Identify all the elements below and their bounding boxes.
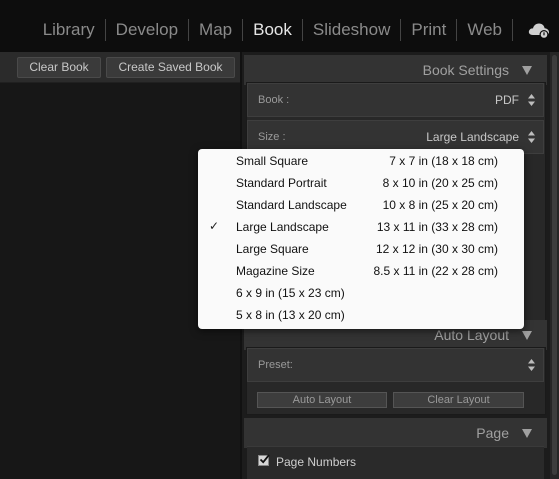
size-option[interactable]: 5 x 8 in (13 x 20 cm) bbox=[198, 304, 524, 326]
size-option-name: Standard Portrait bbox=[236, 176, 327, 190]
size-option[interactable]: Small Square 7 x 7 in (18 x 18 cm) bbox=[198, 150, 524, 172]
module-separator bbox=[456, 19, 458, 41]
size-option-name: Large Square bbox=[236, 242, 309, 256]
clear-book-button[interactable]: Clear Book bbox=[17, 57, 101, 78]
up-down-arrows-icon bbox=[528, 94, 535, 106]
clear-layout-button[interactable]: Clear Layout bbox=[393, 392, 524, 408]
page-header[interactable]: Page bbox=[244, 418, 547, 448]
size-dropdown-menu: Small Square 7 x 7 in (18 x 18 cm) Standar… bbox=[198, 149, 524, 329]
module-separator bbox=[104, 19, 106, 41]
book-settings-header[interactable]: Book Settings bbox=[244, 55, 547, 85]
size-option[interactable]: Large Square 12 x 12 in (30 x 30 cm) bbox=[198, 238, 524, 260]
size-option-name: Large Landscape bbox=[236, 220, 329, 234]
module-separator bbox=[188, 19, 190, 41]
size-option-dimensions: 13 x 11 in (33 x 28 cm) bbox=[376, 220, 498, 234]
size-option-dimensions: 8.5 x 11 in (22 x 28 cm) bbox=[373, 264, 499, 278]
tab-map[interactable]: Map bbox=[192, 19, 239, 41]
checkmark-icon bbox=[259, 454, 270, 464]
size-option[interactable]: Magazine Size 8.5 x 11 in (22 x 28 cm) bbox=[198, 260, 524, 282]
up-down-arrows-icon bbox=[528, 359, 535, 371]
collapse-triangle-icon bbox=[522, 66, 532, 75]
size-option-dimensions: 12 x 12 in (30 x 30 cm) bbox=[375, 242, 498, 256]
module-separator bbox=[242, 19, 244, 41]
size-option-dimensions: 7 x 7 in (18 x 18 cm) bbox=[389, 154, 498, 168]
module-tabs: Library Develop Map Book Slideshow Print… bbox=[36, 17, 516, 43]
preset-row[interactable]: Preset: bbox=[247, 348, 544, 382]
size-option[interactable]: Standard Portrait 8 x 10 in (20 x 25 cm) bbox=[198, 172, 524, 194]
book-type-row[interactable]: Book : PDF bbox=[247, 83, 544, 117]
size-option-name: Magazine Size bbox=[236, 264, 315, 278]
page-numbers-label: Page Numbers bbox=[276, 455, 357, 469]
size-label: Size : bbox=[258, 131, 286, 143]
size-option[interactable]: 6 x 9 in (15 x 23 cm) bbox=[198, 282, 524, 304]
size-option-dimensions: 8 x 10 in (20 x 25 cm) bbox=[382, 176, 498, 190]
module-separator bbox=[512, 19, 513, 41]
lightroom-window: Library Develop Map Book Slideshow Print… bbox=[0, 0, 559, 479]
module-separator bbox=[400, 19, 402, 41]
page-numbers-checkbox[interactable] bbox=[258, 454, 270, 466]
tab-slideshow[interactable]: Slideshow bbox=[306, 19, 398, 41]
page-title: Page bbox=[476, 425, 509, 441]
preset-label: Preset: bbox=[258, 359, 293, 371]
tab-develop[interactable]: Develop bbox=[109, 19, 185, 41]
tab-web[interactable]: Web bbox=[460, 19, 509, 41]
selected-check-icon: ✓ bbox=[209, 219, 220, 233]
size-option-name: Small Square bbox=[236, 154, 309, 168]
tab-book[interactable]: Book bbox=[246, 19, 299, 41]
size-option[interactable]: ✓ Large Landscape 13 x 11 in (33 x 28 cm) bbox=[198, 216, 524, 238]
panel-scrollbar-thumb[interactable] bbox=[552, 55, 557, 475]
cloud-sync-icon[interactable] bbox=[527, 19, 551, 41]
size-option[interactable]: Standard Landscape 10 x 8 in (25 x 20 cm) bbox=[198, 194, 524, 216]
module-picker-bar: Library Develop Map Book Slideshow Print… bbox=[0, 0, 559, 52]
auto-layout-title: Auto Layout bbox=[434, 327, 509, 343]
create-saved-book-button[interactable]: Create Saved Book bbox=[106, 57, 235, 78]
size-option-name: Standard Landscape bbox=[236, 198, 347, 212]
book-settings-title: Book Settings bbox=[422, 62, 509, 78]
size-option-dimensions: 10 x 8 in (25 x 20 cm) bbox=[382, 198, 498, 212]
book-toolbar: Clear Book Create Saved Book bbox=[0, 52, 240, 83]
size-value: Large Landscape bbox=[426, 130, 519, 144]
book-type-label: Book : bbox=[258, 94, 290, 106]
up-down-arrows-icon bbox=[528, 131, 535, 143]
tab-library[interactable]: Library bbox=[36, 19, 102, 41]
auto-layout-button[interactable]: Auto Layout bbox=[257, 392, 387, 408]
size-option-name: 6 x 9 in (15 x 23 cm) bbox=[236, 286, 345, 300]
module-separator bbox=[301, 19, 303, 41]
collapse-triangle-icon bbox=[522, 331, 532, 340]
page-numbers-row[interactable]: Page Numbers bbox=[247, 446, 544, 479]
collapse-triangle-icon bbox=[522, 429, 532, 438]
size-option-name: 5 x 8 in (13 x 20 cm) bbox=[236, 308, 345, 322]
tab-print[interactable]: Print bbox=[404, 19, 453, 41]
book-type-value: PDF bbox=[495, 93, 519, 107]
